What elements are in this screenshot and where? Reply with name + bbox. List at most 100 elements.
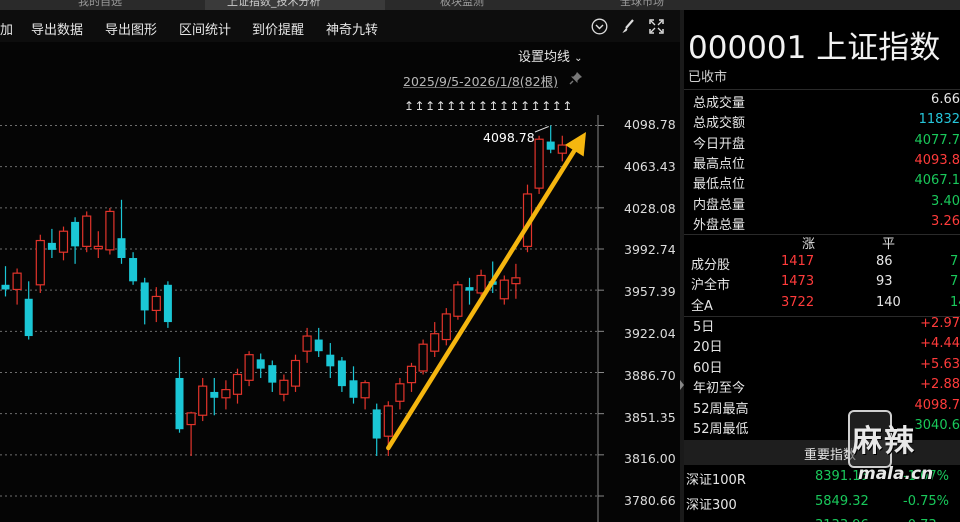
candle[interactable]	[499, 275, 509, 305]
candle[interactable]	[221, 380, 231, 410]
candle[interactable]	[279, 374, 289, 402]
candle[interactable]	[337, 357, 346, 392]
breadth-up: 3722	[781, 294, 815, 310]
candle[interactable]	[117, 199, 126, 264]
quote-row: 内盘总量 3.40	[684, 194, 960, 214]
candle[interactable]	[47, 228, 56, 259]
price-tick-label: 3922.04	[624, 326, 676, 341]
quote-row-value: 4077.7	[914, 132, 960, 148]
watermark-site-text: mala.cn	[858, 464, 934, 484]
period-value: +2.88	[920, 377, 960, 393]
candle[interactable]	[418, 339, 428, 375]
quote-row-label: 总成交量	[693, 96, 746, 111]
candle[interactable]	[210, 377, 219, 416]
candle[interactable]	[82, 211, 92, 253]
ma-settings-label: 设置均线	[518, 50, 571, 65]
candle[interactable]	[105, 207, 115, 255]
candle[interactable]	[186, 411, 196, 457]
candle[interactable]	[129, 252, 138, 285]
candle[interactable]	[360, 380, 370, 410]
candle[interactable]	[453, 281, 463, 320]
period-label: 20日	[693, 340, 723, 356]
candle[interactable]	[58, 226, 69, 261]
index-name: 上证50	[686, 518, 729, 522]
period-value: +2.97	[920, 316, 960, 331]
candle[interactable]	[546, 125, 555, 154]
quote-row: 今日开盘 4077.7	[684, 133, 960, 153]
period-label: 52周最低	[693, 422, 749, 437]
watermark-cn-text: 麻辣	[852, 424, 916, 459]
period-value: +4.44	[920, 336, 960, 352]
candle[interactable]	[1, 266, 10, 297]
candle[interactable]	[290, 354, 301, 392]
breadth-down: 7	[950, 254, 959, 269]
breadth-label: 成分股	[691, 258, 731, 273]
candle[interactable]	[244, 351, 254, 387]
candle[interactable]	[326, 343, 335, 378]
candle[interactable]	[441, 308, 451, 346]
candle[interactable]	[314, 327, 323, 358]
period-row: 5日 +2.97	[684, 316, 960, 336]
breadth-up: 1473	[781, 274, 815, 290]
quote-row: 最低点位 4067.1	[684, 173, 960, 193]
quote-row-value: 6.66	[931, 92, 960, 107]
index-name: 深证100R	[686, 473, 746, 488]
candle[interactable]	[302, 327, 312, 363]
quote-row: 总成交量 6.66	[684, 92, 960, 112]
breadth-row: 成分股 1417 86 7	[684, 254, 960, 274]
candle[interactable]	[198, 377, 208, 422]
quote-row-value: 4093.8	[914, 152, 960, 168]
candle[interactable]	[268, 360, 277, 392]
ma-settings-dropdown[interactable]: 设置均线 ⌄	[518, 46, 583, 65]
index-row[interactable]: 上证50 3133.96 -0.73	[684, 518, 960, 522]
quote-row-label: 最低点位	[693, 177, 746, 193]
index-row[interactable]: 深证300 5849.32 -0.75%	[684, 494, 960, 514]
quote-row: 总成交额 11832	[684, 112, 960, 132]
candle[interactable]	[93, 231, 103, 259]
quote-row: 最高点位 4093.8	[684, 153, 960, 173]
magic-nine-signal-row: ↥↥↥↥↥↥↥↥↥↥↥↥↥↥↥↥	[404, 99, 573, 113]
breadth-flat: 93	[876, 274, 893, 290]
breadth-down: 14	[950, 294, 960, 310]
candle[interactable]	[163, 281, 172, 328]
candle[interactable]	[71, 217, 80, 264]
index-name: 深证300	[686, 497, 737, 513]
candle[interactable]	[395, 377, 405, 410]
candle[interactable]	[465, 277, 474, 305]
quote-row-value: 3.26	[931, 213, 960, 229]
up-header: 涨	[802, 237, 816, 252]
candle[interactable]	[175, 357, 184, 433]
candle[interactable]	[430, 322, 440, 358]
candle[interactable]	[557, 135, 567, 162]
candle[interactable]	[232, 368, 243, 404]
pin-icon[interactable]	[569, 71, 583, 85]
candle[interactable]	[151, 287, 161, 323]
period-label: 52周最高	[693, 401, 749, 417]
candle[interactable]	[256, 353, 265, 378]
candle[interactable]	[12, 268, 22, 305]
chevron-down-icon: ⌄	[574, 53, 583, 64]
price-tick-label: 3992.74	[624, 242, 676, 258]
index-value: 5849.32	[815, 493, 869, 509]
candle[interactable]	[534, 135, 544, 194]
flat-header: 平	[882, 237, 896, 252]
price-tick-label: 4028.08	[624, 200, 676, 216]
index-change: -0.75%	[903, 493, 949, 509]
candle[interactable]	[140, 277, 149, 325]
candle[interactable]	[406, 362, 417, 392]
max-price-label: 4098.78	[483, 130, 535, 145]
index-value: 3133.96	[815, 518, 869, 522]
candle[interactable]	[349, 366, 358, 404]
trend-arrow-shaft	[386, 148, 577, 451]
price-tick-label: 3957.39	[624, 284, 676, 300]
index-change: -0.73	[903, 518, 937, 522]
candle[interactable]	[511, 263, 521, 299]
breadth-row: 沪全市 1473 93 7	[684, 274, 960, 294]
quote-row-value: 4067.1	[914, 173, 960, 189]
candle[interactable]	[372, 403, 381, 457]
breadth-label: 沪全市	[691, 278, 731, 294]
quote-row: 外盘总量 3.26	[684, 214, 960, 234]
breadth-label: 全A	[691, 298, 713, 314]
breadth-row: 全A 3722 140 14	[684, 295, 960, 315]
candle[interactable]	[35, 234, 45, 293]
